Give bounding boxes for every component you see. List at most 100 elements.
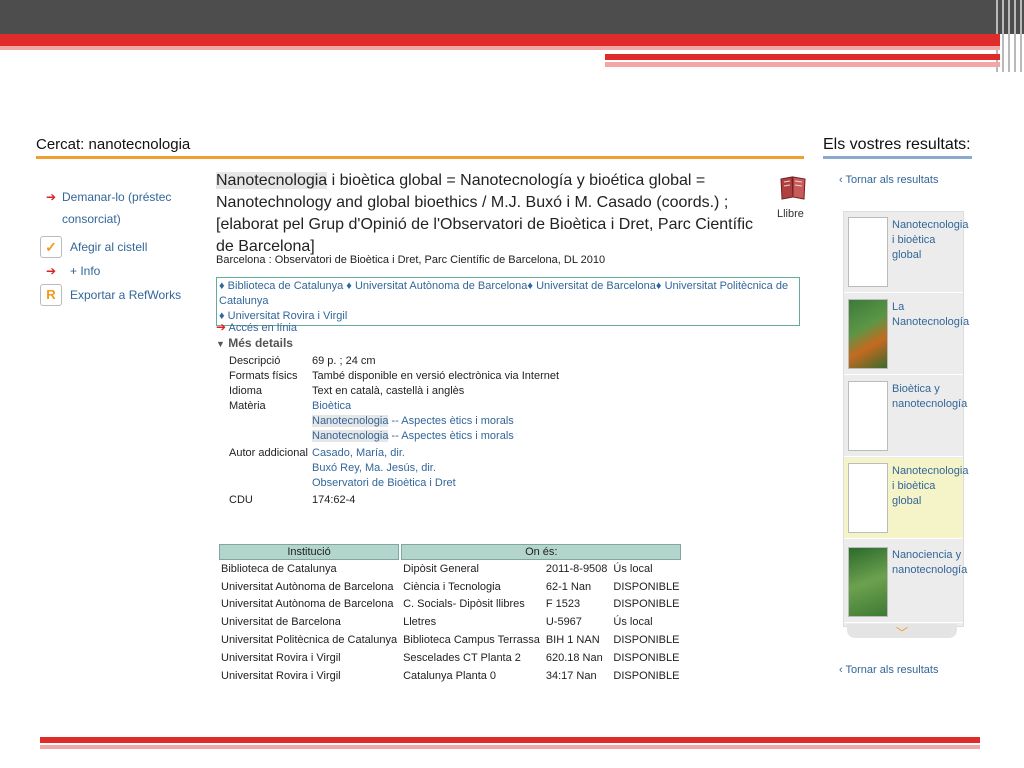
subject-highlight[interactable]: Nanotecnologia — [312, 430, 389, 442]
detail-value: 69 p. ; 24 cm — [312, 355, 376, 367]
export-refworks-label[interactable]: Exportar a RefWorks — [70, 284, 181, 306]
location-header: On és: — [401, 544, 682, 560]
holding-row: Universitat de Barcelona Lletres U-5967 Ús … — [219, 613, 681, 631]
back-to-results-link[interactable]: ‹ Tornar als resultats — [839, 664, 938, 676]
refworks-icon: R — [40, 284, 62, 306]
detail-value: Bioètica Nanotecnologia -- Aspectes ètic… — [312, 399, 559, 444]
export-refworks-action[interactable]: R Exportar a RefWorks — [40, 284, 200, 306]
detail-key: Formats físics — [229, 370, 298, 382]
checkmark-icon: ✓ — [40, 236, 62, 258]
holding-callnumber: BIH 1 NAN — [545, 634, 600, 647]
holding-row: Universitat Autònoma de Barcelona C. Soci… — [219, 596, 681, 614]
book-cover-image — [848, 547, 888, 617]
holding-location: Catalunya Planta 0 — [403, 669, 497, 682]
add-to-basket-label[interactable]: Afegir al cistell — [70, 236, 147, 258]
subject-highlight[interactable]: Nanotecnologia — [312, 415, 389, 427]
chevron-left-icon: ‹ — [839, 664, 843, 676]
detail-key: Idioma — [229, 385, 263, 397]
more-info-label[interactable]: + Info — [70, 264, 100, 278]
back-to-results-label[interactable]: Tornar als resultats — [846, 664, 939, 676]
holding-status: DISPONIBLE — [613, 580, 680, 593]
results-divider — [823, 156, 972, 159]
triangle-down-icon: ▼ — [216, 339, 225, 349]
detail-row: Autor addicional Casado, María, dir. Bux… — [229, 444, 559, 491]
author-link[interactable]: Observatori de Bioètica i Dret — [312, 476, 559, 491]
result-item[interactable]: Bioètica y nanotecnología — [844, 376, 967, 457]
arrow-icon: ➔ — [216, 320, 227, 334]
top-pink-bar — [0, 46, 1000, 50]
result-item-selected[interactable]: Nanotecnologia i bioètica global — [844, 458, 968, 539]
more-details-label[interactable]: Més details — [228, 336, 293, 350]
holding-libraries-line[interactable]: ♦ Universitat Rovira i Virgil — [219, 309, 797, 324]
holding-status: Ús local — [613, 562, 653, 575]
bottom-red-bar — [40, 737, 980, 743]
subject-rest[interactable]: -- Aspectes ètics i morals — [388, 430, 514, 442]
online-access-label[interactable]: Accés en línia — [229, 322, 297, 334]
result-item[interactable]: La Nanotecnología — [844, 294, 969, 375]
record-details: Descripció 69 p. ; 24 cm Formats físics … — [229, 354, 559, 508]
result-title[interactable]: Nanociencia y nanotecnología — [892, 548, 967, 578]
more-details-toggle[interactable]: ▼ Més details — [216, 336, 293, 350]
subject-rest[interactable]: -- Aspectes ètics i morals — [388, 415, 514, 427]
institution-header: Institució — [219, 544, 400, 560]
holding-location: Biblioteca Campus Terrassa — [403, 634, 540, 647]
holding-location: Ciència i Tecnologia — [403, 580, 501, 593]
publication-info: Barcelona : Observatori de Bioètica i Dr… — [216, 254, 606, 266]
holding-row: Universitat Autònoma de Barcelona Ciència… — [219, 578, 681, 596]
holding-status: DISPONIBLE — [613, 598, 680, 611]
holding-libraries-line[interactable]: ♦ Biblioteca de Catalunya ♦ Universitat … — [219, 279, 797, 309]
book-cover-placeholder — [848, 381, 888, 451]
holding-libraries-box: ♦ Biblioteca de Catalunya ♦ Universitat … — [216, 277, 800, 326]
detail-key: CDU — [229, 494, 253, 506]
result-title[interactable]: Nanotecnologia i bioètica global — [892, 218, 968, 263]
detail-row: Formats físics També disponible en versi… — [229, 369, 559, 384]
result-title[interactable]: Bioètica y nanotecnología — [892, 382, 967, 412]
holding-location: Dipòsit General — [403, 562, 479, 575]
detail-row: Descripció 69 p. ; 24 cm — [229, 354, 559, 369]
holding-callnumber: 620.18 Nan — [545, 651, 603, 664]
back-to-results-label[interactable]: Tornar als resultats — [846, 174, 939, 186]
detail-value: Text en català, castellà i anglès — [312, 385, 465, 397]
result-title[interactable]: Nanotecnologia i bioètica global — [892, 464, 968, 509]
heading-divider — [36, 156, 804, 159]
subject-link[interactable]: Bioètica — [312, 399, 559, 414]
holding-institution: Universitat Rovira i Virgil — [221, 669, 341, 682]
holding-institution: Universitat de Barcelona — [221, 616, 341, 629]
holdings-table: Institució On és: Biblioteca de Cataluny… — [217, 544, 683, 685]
online-access-link[interactable]: ➔ Accés en línia — [216, 320, 297, 334]
more-info-action[interactable]: ➔ + Info — [40, 264, 200, 278]
request-loan-action[interactable]: ➔ Demanar-lo (préstec consorciat) — [40, 190, 200, 230]
chevron-down-icon: ﹀ — [895, 626, 908, 640]
detail-row: Idioma Text en català, castellà i anglès — [229, 384, 559, 399]
back-to-results-link[interactable]: ‹ Tornar als resultats — [839, 174, 938, 186]
holding-institution: Universitat Autònoma de Barcelona — [221, 598, 394, 611]
holding-location: C. Socials- Dipòsit llibres — [403, 598, 525, 611]
holding-callnumber: 2011-8-9508 — [545, 562, 608, 575]
subject-link[interactable]: Nanotecnologia -- Aspectes ètics i moral… — [312, 429, 559, 444]
holding-status: DISPONIBLE — [613, 634, 680, 647]
holding-institution: Universitat Politècnica de Catalunya — [221, 634, 398, 647]
author-link[interactable]: Buxó Rey, Ma. Jesús, dir. — [312, 461, 559, 476]
format-label: Llibre — [777, 208, 804, 220]
holding-institution: Universitat Rovira i Virgil — [221, 651, 341, 664]
results-carousel: Nanotecnologia i bioètica global La Nano… — [843, 211, 969, 627]
detail-value: Casado, María, dir. Buxó Rey, Ma. Jesús,… — [312, 444, 559, 491]
result-title[interactable]: La Nanotecnología — [892, 300, 969, 330]
holding-row: Universitat Politècnica de Catalunya Bibl… — [219, 631, 681, 649]
top-red-accent-bar — [605, 54, 1000, 60]
result-item[interactable]: Nanociencia y nanotecnología — [844, 542, 967, 623]
chevron-left-icon: ‹ — [839, 174, 843, 186]
detail-key: Matèria — [229, 400, 266, 412]
holding-location: Sescelades CT Planta 2 — [403, 651, 521, 664]
holding-location: Lletres — [403, 616, 437, 629]
title-highlight: Nanotecnologia — [216, 172, 328, 189]
carousel-scroll-down[interactable]: ﹀ — [847, 624, 957, 640]
holding-row: Universitat Rovira i Virgil Catalunya Pla… — [219, 667, 681, 685]
subject-link[interactable]: Nanotecnologia -- Aspectes ètics i moral… — [312, 414, 559, 429]
author-link[interactable]: Casado, María, dir. — [312, 446, 559, 461]
request-loan-label[interactable]: Demanar-lo (préstec consorciat) — [62, 186, 192, 230]
result-item[interactable]: Nanotecnologia i bioètica global — [844, 212, 968, 293]
add-to-basket-action[interactable]: ✓ Afegir al cistell — [40, 236, 200, 258]
holding-callnumber: U-5967 — [545, 616, 582, 629]
book-cover-placeholder — [848, 217, 888, 287]
